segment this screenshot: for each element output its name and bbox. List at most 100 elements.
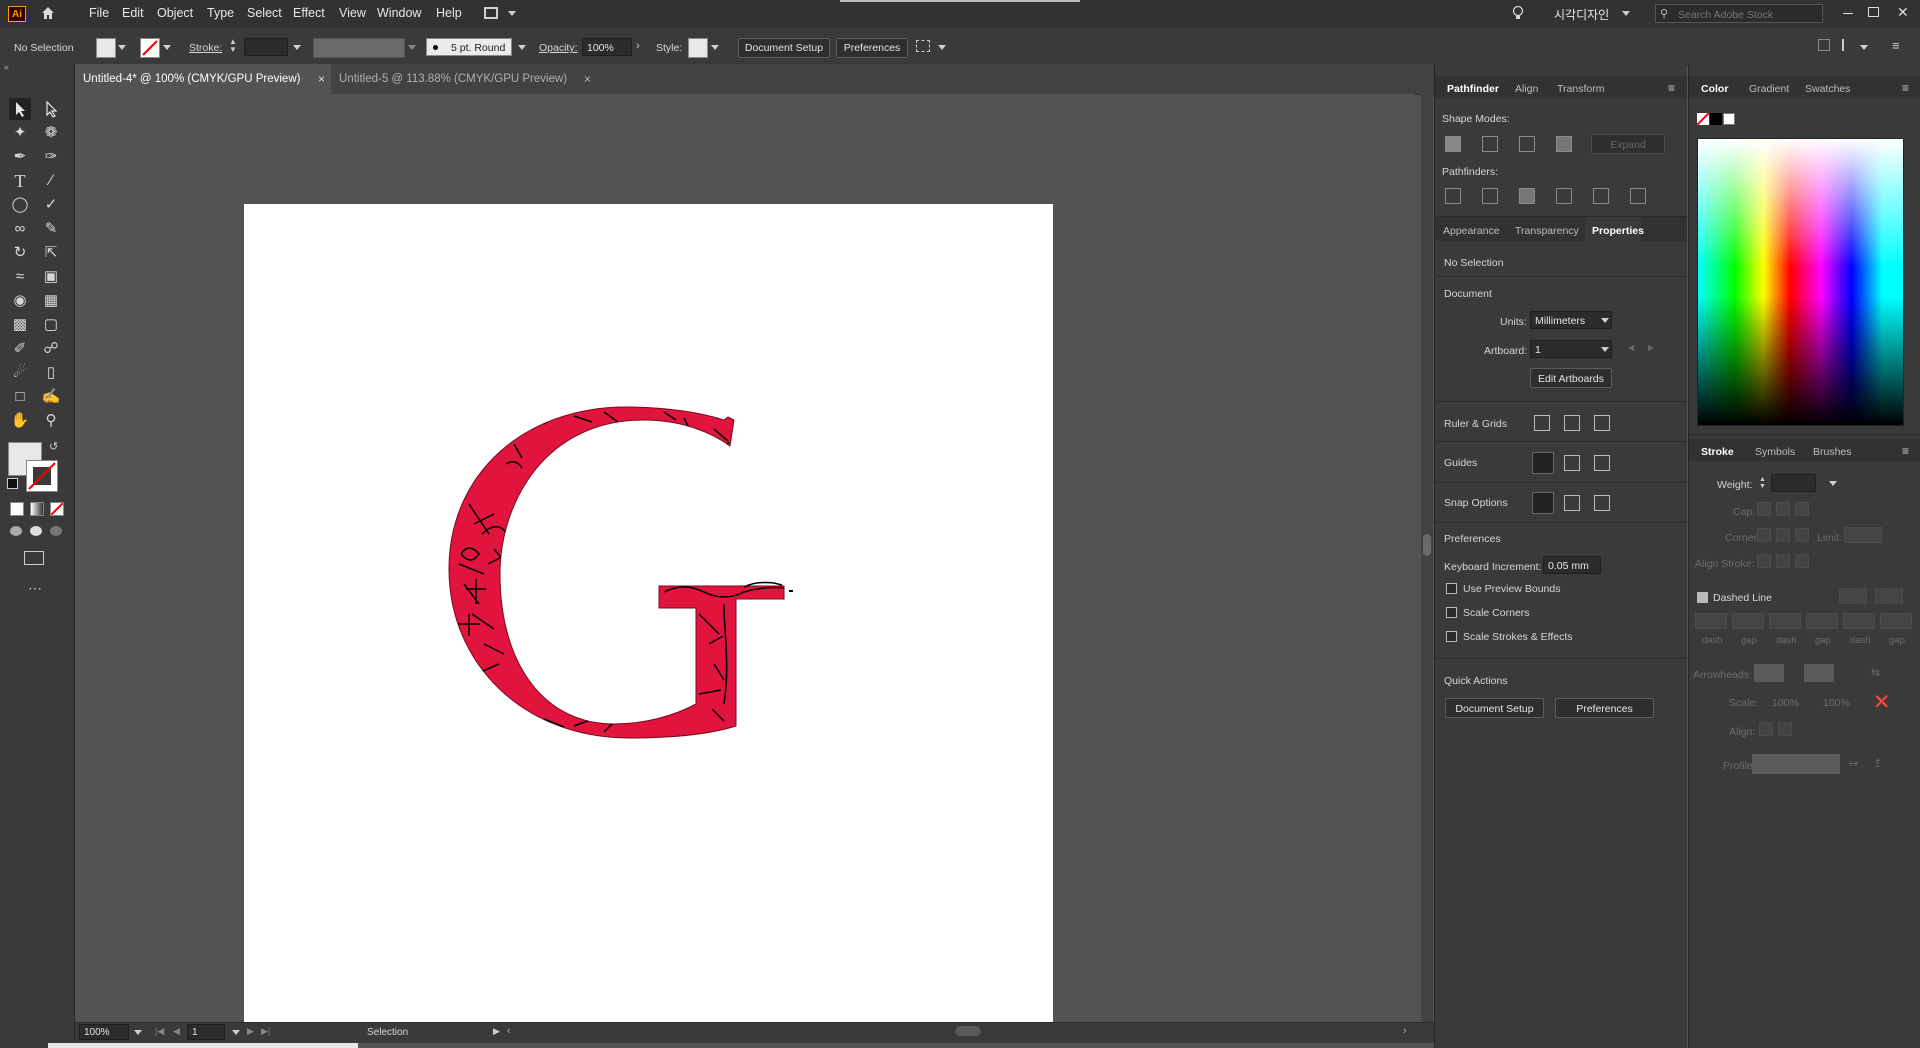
chevron-down-icon[interactable] (711, 45, 719, 50)
align-outside-icon[interactable] (1795, 554, 1809, 568)
color-mode-icon[interactable] (10, 502, 24, 516)
stroke-color-box[interactable] (26, 460, 58, 492)
restore-icon[interactable] (1868, 7, 1879, 17)
minimize-icon[interactable] (1843, 13, 1853, 14)
arrange-documents-icon[interactable] (916, 40, 930, 52)
chevron-down-icon[interactable] (1601, 318, 1609, 323)
vertical-scrollbar[interactable] (1421, 94, 1433, 1022)
link-scale-icon[interactable]: ❌ (1875, 695, 1889, 708)
gap-field-1[interactable] (1732, 613, 1764, 629)
chevron-down-icon[interactable] (1860, 45, 1868, 50)
tab-brushes[interactable]: Brushes (1813, 446, 1852, 458)
curvature-tool-icon[interactable]: ✑ (40, 146, 62, 168)
miter-join-icon[interactable] (1757, 528, 1771, 542)
perspective-grid-tool-icon[interactable]: ▦ (40, 290, 62, 312)
align-inside-icon[interactable] (1776, 554, 1790, 568)
workspace-switcher-icon[interactable] (484, 7, 498, 19)
home-icon[interactable] (40, 5, 56, 21)
tab-appearance[interactable]: Appearance (1443, 225, 1500, 237)
crop-icon[interactable] (1556, 188, 1572, 204)
edit-toolbar-icon[interactable]: ⋯ (28, 580, 42, 597)
transform-icon[interactable] (1842, 39, 1854, 51)
gradient-mode-icon[interactable] (30, 502, 44, 516)
scroll-left-icon[interactable]: ‹ (507, 1025, 511, 1037)
stroke-weight-field[interactable] (244, 38, 288, 56)
next-artboard-icon[interactable]: ▶ (247, 1026, 254, 1037)
pen-tool-icon[interactable]: ✒ (9, 146, 31, 168)
panel-menu-icon[interactable]: ≡ (1902, 81, 1909, 95)
use-preview-bounds-checkbox[interactable] (1446, 583, 1457, 594)
color-spectrum[interactable] (1697, 138, 1904, 426)
chevron-down-icon[interactable] (1601, 347, 1609, 352)
tab-properties[interactable]: Properties (1592, 225, 1644, 237)
opacity-label[interactable]: Opacity: (539, 42, 578, 54)
snap-to-point-icon[interactable] (1532, 492, 1554, 514)
free-transform-tool-icon[interactable]: ▣ (40, 266, 62, 288)
transparency-grid-icon[interactable] (1594, 415, 1610, 431)
chevron-down-icon[interactable] (118, 45, 126, 50)
symbol-sprayer-tool-icon[interactable]: ☄ (9, 362, 31, 384)
tab-align[interactable]: Align (1515, 83, 1538, 95)
stock-search-box[interactable]: ⚲ (1655, 4, 1823, 23)
selection-tool-icon[interactable] (9, 98, 31, 120)
draw-normal-icon[interactable] (10, 526, 22, 536)
gradient-tool-icon[interactable]: ▢ (40, 314, 62, 336)
gap-field-2[interactable] (1806, 613, 1838, 629)
stock-search-input[interactable] (1676, 6, 1820, 23)
ellipse-tool-icon[interactable]: ◯ (9, 194, 31, 216)
blend-tool-icon[interactable]: ☍ (40, 338, 62, 360)
close-tab-icon[interactable]: × (318, 64, 325, 94)
scale-value-end[interactable]: 100% (1823, 697, 1850, 709)
tab-untitled-5[interactable]: Untitled-5 @ 113.88% (CMYK/GPU Preview) … (331, 64, 599, 94)
flip-along-icon[interactable]: ↦ (1849, 757, 1858, 770)
horizontal-scroll-thumb[interactable] (955, 1026, 981, 1036)
default-fill-stroke-icon[interactable] (7, 478, 18, 489)
slice-tool-icon[interactable]: ✍ (40, 386, 62, 408)
panel-menu-icon[interactable]: ≡ (1902, 444, 1909, 458)
stroke-stepper-icon[interactable]: ▲ ▼ (229, 38, 237, 54)
keyboard-increment-field[interactable]: 0.05 mm (1543, 556, 1601, 574)
shaper-tool-icon[interactable]: ∞ (9, 218, 31, 240)
close-tab-icon[interactable]: × (584, 64, 591, 94)
align-dashes-icon[interactable] (1875, 588, 1903, 604)
opacity-field[interactable]: 100% (582, 38, 632, 56)
chevron-down-icon[interactable] (163, 45, 171, 50)
quick-preferences-button[interactable]: Preferences (1555, 698, 1654, 718)
chevron-down-icon[interactable] (938, 45, 946, 50)
menu-window[interactable]: Window (377, 6, 421, 20)
chevron-down-icon[interactable] (1622, 11, 1630, 16)
artboard-number-field[interactable]: 1 (187, 1024, 225, 1040)
shape-builder-tool-icon[interactable]: ◉ (9, 290, 31, 312)
chevron-down-icon[interactable] (293, 45, 301, 50)
scale-tool-icon[interactable]: ⇱ (40, 242, 62, 264)
status-menu-arrow-icon[interactable]: ▶ (493, 1026, 500, 1037)
menu-object[interactable]: Object (157, 6, 193, 20)
edit-artboards-button[interactable]: Edit Artboards (1530, 368, 1612, 388)
artboard-dropdown[interactable]: 1 (1530, 340, 1612, 358)
bevel-join-icon[interactable] (1795, 528, 1809, 542)
variable-width-profile[interactable] (313, 38, 405, 58)
scale-value-start[interactable]: 100% (1772, 697, 1799, 709)
preferences-button[interactable]: Preferences (836, 38, 908, 58)
trim-icon[interactable] (1482, 188, 1498, 204)
type-tool-icon[interactable]: T (9, 170, 31, 192)
brush-definition[interactable]: 5 pt. Round (426, 38, 512, 56)
tab-symbols[interactable]: Symbols (1755, 446, 1795, 458)
paintbrush-tool-icon[interactable]: ✓ (40, 194, 62, 216)
profile-dropdown[interactable] (1752, 754, 1840, 774)
draw-behind-icon[interactable] (30, 526, 42, 536)
lock-guides-icon[interactable] (1564, 455, 1580, 471)
snap-to-pixel-icon[interactable] (1564, 495, 1580, 511)
unite-icon[interactable] (1445, 136, 1461, 152)
tab-transparency[interactable]: Transparency (1515, 225, 1579, 237)
lightbulb-icon[interactable] (1512, 5, 1524, 21)
column-graph-tool-icon[interactable]: ▯ (40, 362, 62, 384)
align-center-icon[interactable] (1757, 554, 1771, 568)
none-mode-icon[interactable] (50, 502, 64, 516)
tab-swatches[interactable]: Swatches (1805, 83, 1851, 95)
chevron-down-icon[interactable] (134, 1030, 142, 1035)
preserve-dashes-icon[interactable] (1839, 588, 1867, 604)
grid-icon[interactable] (1564, 415, 1580, 431)
close-icon[interactable]: ✕ (1897, 4, 1909, 21)
chevron-down-icon[interactable] (1829, 481, 1837, 486)
